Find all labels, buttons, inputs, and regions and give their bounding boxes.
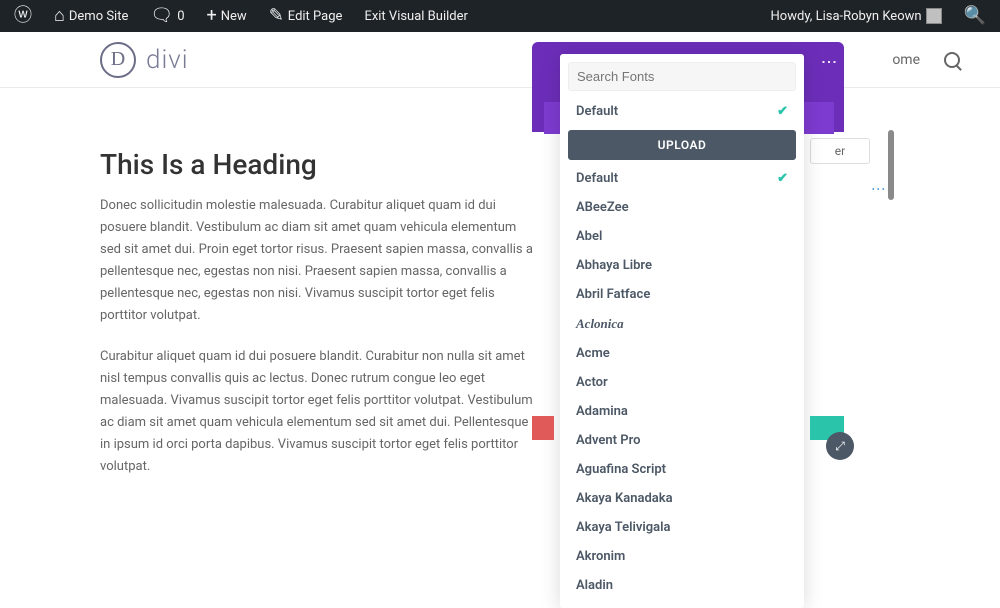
new-label: New: [221, 9, 247, 24]
wp-search[interactable]: 🔍: [956, 0, 994, 32]
font-option-default-1[interactable]: Default ✔: [560, 97, 804, 126]
new-link[interactable]: + New: [199, 0, 255, 32]
scrollbar[interactable]: [888, 130, 894, 200]
font-option-akaya-t[interactable]: Akaya Telivigala: [560, 513, 804, 542]
logo-text: divi: [146, 45, 189, 75]
edit-page-label: Edit Page: [288, 9, 343, 24]
font-option-abril[interactable]: Abril Fatface: [560, 280, 804, 309]
logo-mark: D: [100, 42, 136, 78]
pencil-icon: ✎: [269, 7, 284, 25]
comments-link[interactable]: 🗨0: [142, 0, 192, 32]
wordpress-icon: ⓦ: [14, 7, 32, 25]
check-icon: ✔: [777, 104, 788, 119]
font-search-wrap: [568, 62, 796, 91]
font-search-input[interactable]: [568, 62, 796, 91]
font-option-adamina[interactable]: Adamina: [560, 397, 804, 426]
site-name: Demo Site: [69, 9, 129, 24]
logo[interactable]: D divi: [100, 42, 189, 78]
upload-button[interactable]: UPLOAD: [568, 130, 796, 160]
edit-page-link[interactable]: ✎ Edit Page: [261, 0, 351, 32]
paragraph-1: Donec sollicitudin molestie malesuada. C…: [100, 195, 540, 328]
site-header: D divi ome: [0, 32, 1000, 88]
site-search-icon[interactable]: [944, 52, 960, 68]
check-icon: ✔: [777, 171, 788, 186]
font-option-actor[interactable]: Actor: [560, 368, 804, 397]
font-option-advent[interactable]: Advent Pro: [560, 426, 804, 455]
comments-count: 0: [177, 9, 184, 24]
wp-bar-left: ⓦ ⌂Demo Site 🗨0 +New ✎Edit Page Exit Vis…: [6, 0, 476, 32]
search-icon: 🔍: [964, 7, 986, 25]
primary-nav: ome: [892, 52, 960, 68]
wp-bar-right: Howdy, Lisa-Robyn Keown 🔍: [763, 0, 994, 32]
avatar: [926, 8, 942, 24]
plus-icon: +: [207, 7, 217, 25]
cancel-color-block[interactable]: [532, 416, 554, 440]
expand-button[interactable]: ⤢: [826, 432, 854, 460]
exit-builder-link[interactable]: Exit Visual Builder: [356, 0, 475, 32]
paragraph-2: Curabitur aliquet quam id dui posuere bl…: [100, 346, 540, 479]
font-option-aguafina[interactable]: Aguafina Script: [560, 455, 804, 484]
font-option-abhaya[interactable]: Abhaya Libre: [560, 251, 804, 280]
font-option-default-2[interactable]: Default ✔: [560, 164, 804, 193]
font-option-akaya-k[interactable]: Akaya Kanadaka: [560, 484, 804, 513]
nav-home[interactable]: ome: [892, 52, 920, 68]
howdy-link[interactable]: Howdy, Lisa-Robyn Keown: [763, 0, 950, 32]
font-option-abeezee[interactable]: ABeeZee: [560, 193, 804, 222]
font-label: Default: [576, 104, 618, 119]
page-title: This Is a Heading: [100, 148, 540, 181]
expand-icon: ⤢: [835, 439, 845, 454]
option-box[interactable]: er: [810, 138, 870, 164]
font-label: Default: [576, 171, 618, 186]
site-link[interactable]: ⌂ Demo Site: [46, 0, 136, 32]
font-option-acme[interactable]: Acme: [560, 339, 804, 368]
font-option-aladin[interactable]: Aladin: [560, 571, 804, 600]
comment-icon: 🗨: [150, 7, 173, 25]
page-content: This Is a Heading Donec sollicitudin mol…: [0, 88, 640, 556]
font-option-akronim[interactable]: Akronim: [560, 542, 804, 571]
more-dots-icon[interactable]: ⋮: [870, 182, 886, 198]
dashboard-icon: ⌂: [54, 7, 65, 25]
wp-admin-bar: ⓦ ⌂Demo Site 🗨0 +New ✎Edit Page Exit Vis…: [0, 0, 1000, 32]
font-dropdown: Default ✔ UPLOAD Default ✔ ABeeZee Abel …: [560, 54, 804, 608]
panel-more-icon[interactable]: ⋮: [820, 54, 839, 66]
font-option-abel[interactable]: Abel: [560, 222, 804, 251]
font-option-aclonica[interactable]: Aclonica: [560, 309, 804, 339]
howdy-text: Howdy, Lisa-Robyn Keown: [771, 9, 922, 24]
wp-logo[interactable]: ⓦ: [6, 0, 40, 32]
exit-builder-label: Exit Visual Builder: [364, 9, 467, 24]
